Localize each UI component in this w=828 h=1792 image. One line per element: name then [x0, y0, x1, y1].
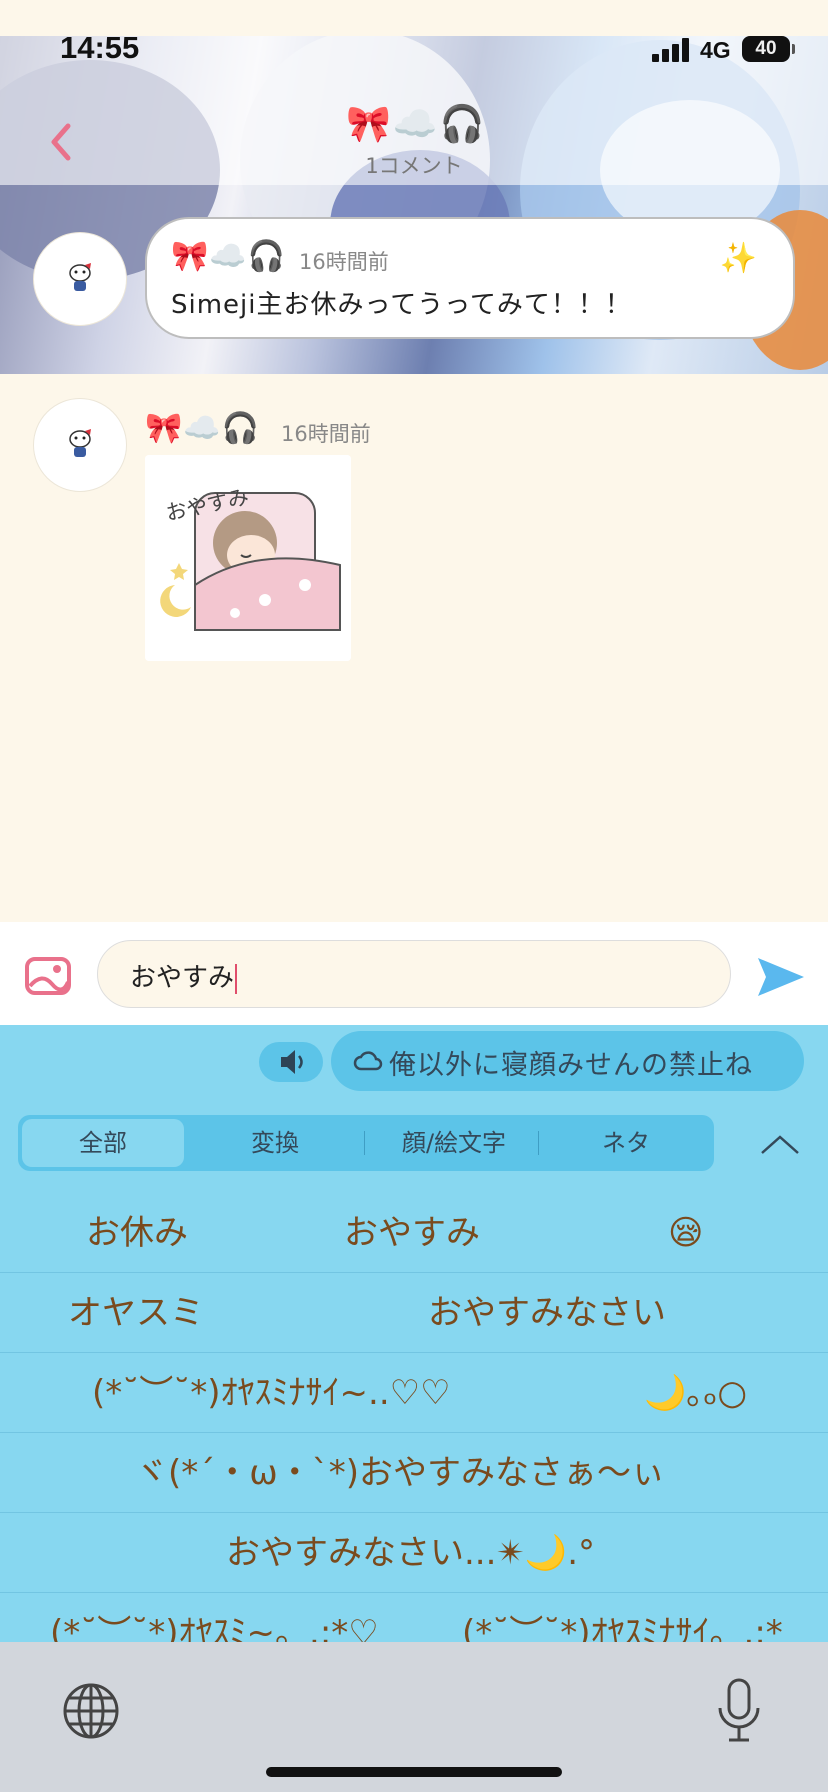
- image-icon: [25, 957, 71, 995]
- candidate-row: ヾ(*´・ω・`*)おやすみなさぁ〜ぃ: [0, 1433, 828, 1513]
- candidate-item[interactable]: おやすみなさい...✴︎🌙.°: [226, 1513, 595, 1593]
- candidate-row: (*˘︶˘*)ｵﾔｽﾐﾅｻｲ~..♡♡ 🌙｡ₒ○: [0, 1353, 828, 1433]
- tab-divider: [538, 1131, 539, 1155]
- candidate-item[interactable]: 🌙｡ₒ○: [644, 1353, 747, 1433]
- sparkle-icon: ✨: [719, 241, 757, 276]
- comment-input-value: おやすみ: [130, 963, 235, 993]
- send-icon: [758, 958, 804, 996]
- send-button[interactable]: [756, 954, 806, 1000]
- suggestion-pill-text: 俺以外に寝顔みせんの禁止ね: [389, 1050, 753, 1081]
- home-indicator[interactable]: [266, 1767, 562, 1777]
- candidate-item[interactable]: おやすみなさい: [428, 1273, 666, 1353]
- chevron-up-icon: [761, 1135, 799, 1154]
- comment-bubble: 🎀☁️🎧 16時間前 ✨ Simeji主お休みってうってみて！！！: [145, 217, 795, 339]
- candidate-item[interactable]: (*˘︶˘*)ｵﾔｽﾐ~。.:*♡: [50, 1593, 379, 1642]
- status-time: 14:55: [60, 30, 140, 65]
- collapse-button[interactable]: [758, 1129, 802, 1159]
- avatar[interactable]: [33, 232, 127, 326]
- keyboard-bottom-bar: [0, 1642, 828, 1792]
- candidate-item[interactable]: (*˘︶˘*)ｵﾔｽﾐﾅｻｲ~..♡♡: [92, 1353, 451, 1433]
- commenter-name-icons: 🎀☁️🎧: [171, 239, 287, 274]
- candidate-item[interactable]: オヤスミ: [68, 1273, 204, 1353]
- candidate-tabs: 全部 変換 顔/絵文字 ネタ: [18, 1115, 714, 1171]
- tab-conversion[interactable]: 変換: [192, 1115, 358, 1171]
- candidate-item[interactable]: お休み: [86, 1193, 188, 1273]
- commenter-name-icons: 🎀☁️🎧: [145, 411, 261, 446]
- avatar-character-icon: [69, 263, 91, 291]
- comment-time: 16時間前: [281, 422, 371, 446]
- keyboard: 俺以外に寝顔みせんの禁止ね 全部 変換 顔/絵文字 ネタ お休み おやすみ 😪 …: [0, 1025, 828, 1642]
- candidate-item[interactable]: (*˘︶˘*)ｵﾔｽﾐﾅｻｲ。.:*: [462, 1593, 783, 1642]
- battery-icon: 40: [742, 36, 795, 62]
- cloud-icon: [353, 1051, 383, 1071]
- suggestion-pill[interactable]: 俺以外に寝顔みせんの禁止ね: [331, 1031, 804, 1091]
- image-upload-button[interactable]: [24, 956, 72, 996]
- comment-count: 1コメント: [365, 154, 463, 178]
- tab-all[interactable]: 全部: [22, 1119, 184, 1167]
- battery-level: 40: [755, 38, 777, 59]
- tab-emoji[interactable]: 顔/絵文字: [368, 1115, 540, 1171]
- comment-input[interactable]: おやすみ: [97, 940, 731, 1008]
- microphone-button[interactable]: [716, 1678, 762, 1744]
- candidate-row: おやすみなさい...✴︎🌙.°: [0, 1513, 828, 1593]
- tab-neta[interactable]: ネタ: [542, 1115, 710, 1171]
- comment-text: Simeji主お休みってうってみて！！！: [171, 290, 632, 320]
- sleeping-girl-illustration: [145, 455, 351, 661]
- globe-button[interactable]: [62, 1682, 120, 1740]
- candidate-row: (*˘︶˘*)ｵﾔｽﾐ~。.:*♡ (*˘︶˘*)ｵﾔｽﾐﾅｻｲ。.:*: [0, 1593, 828, 1642]
- candidate-item[interactable]: ヾ(*´・ω・`*)おやすみなさぁ〜ぃ: [134, 1433, 665, 1513]
- candidate-row: オヤスミ おやすみなさい: [0, 1273, 828, 1353]
- candidate-row: お休み おやすみ 😪: [0, 1193, 828, 1273]
- comment-composer: おやすみ: [0, 922, 828, 1025]
- candidate-item[interactable]: おやすみ: [344, 1193, 480, 1273]
- comment-time: 16時間前: [299, 250, 389, 274]
- speaker-icon: [281, 1050, 303, 1074]
- sound-toggle-button[interactable]: [259, 1042, 323, 1082]
- globe-icon: [63, 1683, 119, 1739]
- network-type: 4G: [700, 37, 731, 63]
- microphone-icon: [718, 1678, 760, 1742]
- avatar-character-icon: [69, 429, 91, 457]
- signal-icon: [652, 38, 692, 62]
- text-caret: [235, 963, 238, 994]
- sticker-image[interactable]: おやすみ: [145, 455, 351, 661]
- avatar[interactable]: [33, 398, 127, 492]
- tab-divider: [364, 1131, 365, 1155]
- candidate-item[interactable]: 😪: [668, 1193, 703, 1273]
- page-title-icons: 🎀☁️🎧: [346, 104, 487, 145]
